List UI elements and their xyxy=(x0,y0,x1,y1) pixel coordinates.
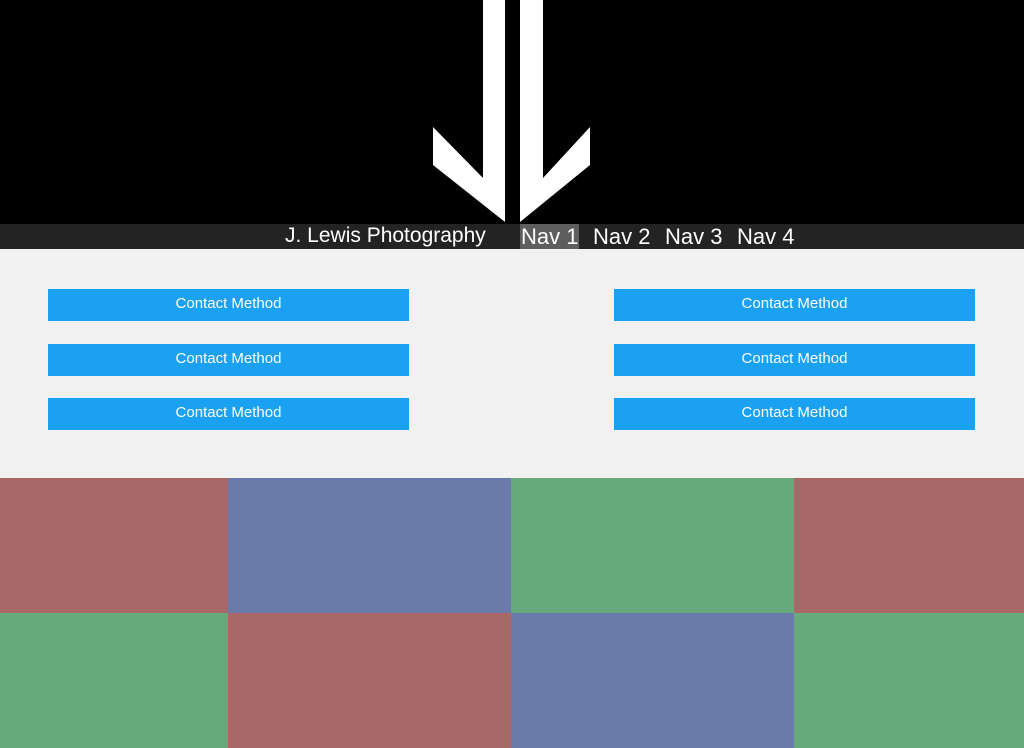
gallery-tile[interactable] xyxy=(228,478,511,613)
brand-title[interactable]: J. Lewis Photography xyxy=(285,224,486,249)
gallery-grid xyxy=(0,478,1024,748)
contact-method-button[interactable]: Contact Method xyxy=(48,344,409,376)
gallery-tile[interactable] xyxy=(794,478,1024,613)
contact-method-button[interactable]: Contact Method xyxy=(48,289,409,321)
nav-item-3[interactable]: Nav 3 xyxy=(665,224,722,249)
nav-item-2[interactable]: Nav 2 xyxy=(593,224,650,249)
contact-method-button[interactable]: Contact Method xyxy=(614,344,975,376)
gallery-tile[interactable] xyxy=(0,478,228,613)
contact-method-button[interactable]: Contact Method xyxy=(614,289,975,321)
gallery-tile[interactable] xyxy=(511,478,794,613)
gallery-tile[interactable] xyxy=(0,613,228,748)
contact-section: Contact Method Contact Method Contact Me… xyxy=(0,249,1024,478)
contact-method-button[interactable]: Contact Method xyxy=(614,398,975,430)
hero-banner xyxy=(0,0,1024,224)
gallery-tile[interactable] xyxy=(228,613,511,748)
right-down-arrow-icon xyxy=(520,0,590,222)
contact-method-button[interactable]: Contact Method xyxy=(48,398,409,430)
gallery-tile[interactable] xyxy=(511,613,794,748)
nav-item-1[interactable]: Nav 1 xyxy=(520,224,580,249)
navbar: J. Lewis Photography Nav 1 Nav 2 Nav 3 N… xyxy=(0,224,1024,249)
nav-item-4[interactable]: Nav 4 xyxy=(737,224,794,249)
left-down-arrow-icon xyxy=(433,0,505,222)
double-down-arrow-icon xyxy=(433,0,590,222)
page: J. Lewis Photography Nav 1 Nav 2 Nav 3 N… xyxy=(0,0,1024,748)
gallery-tile[interactable] xyxy=(794,613,1024,748)
